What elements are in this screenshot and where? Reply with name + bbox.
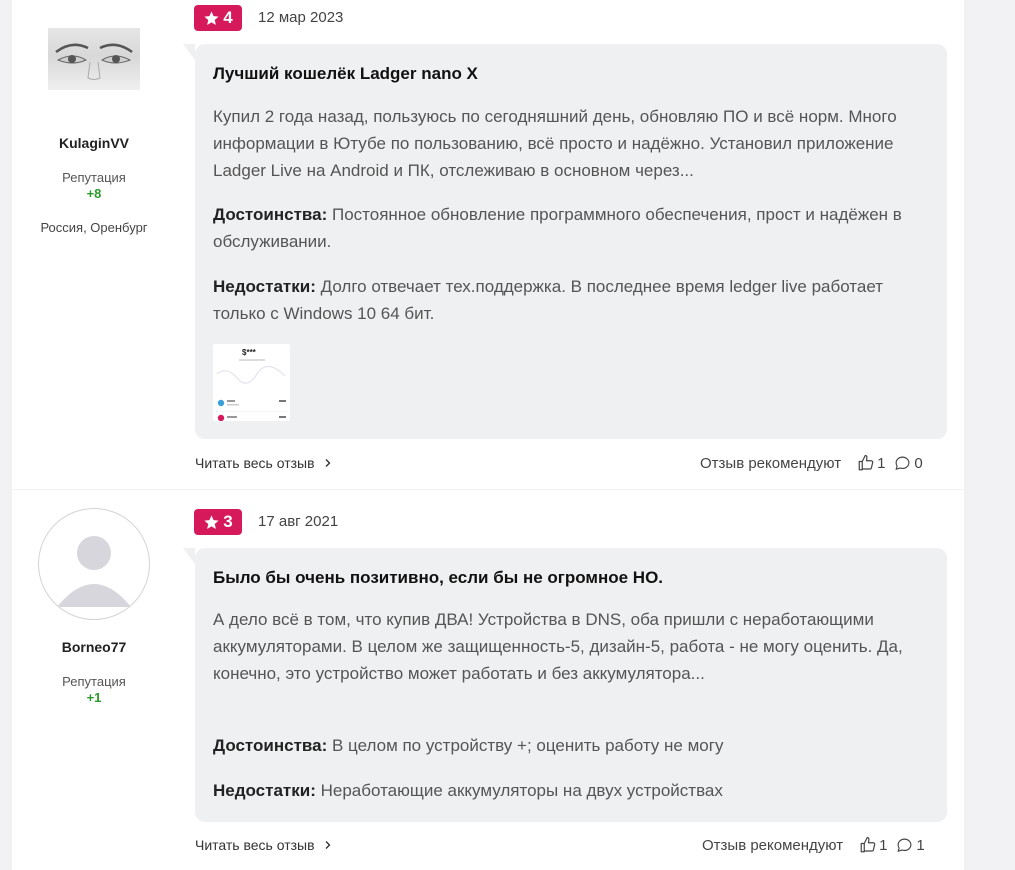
- comment-button[interactable]: 0: [894, 454, 923, 472]
- recommend-row: Отзыв рекомендуют 1 0: [700, 454, 923, 472]
- star-icon: [204, 10, 219, 25]
- thumbs-up-icon: [858, 454, 874, 471]
- review-body: Было бы очень позитивно, если бы не огро…: [183, 548, 947, 822]
- comment-count: 1: [916, 836, 925, 854]
- pros-text: В целом по устройству +; оценить работу …: [332, 736, 724, 755]
- read-full-review-label: Читать весь отзыв: [195, 455, 315, 471]
- recommend-label: Отзыв рекомендуют: [700, 454, 842, 472]
- comment-icon: [897, 838, 912, 852]
- rating-badge: 3: [194, 509, 242, 535]
- like-button[interactable]: 1: [857, 454, 885, 472]
- app-screenshot-graphic: $***: [216, 348, 287, 421]
- read-full-review-link[interactable]: Читать весь отзыв: [195, 455, 333, 471]
- review-text: А дело всё в том, что купив ДВА! Устройс…: [213, 610, 903, 683]
- review-date: 17 авг 2021: [258, 513, 339, 530]
- cons-label: Недостатки:: [213, 781, 316, 800]
- like-count: 1: [879, 836, 888, 854]
- author-name[interactable]: Borneo77: [12, 639, 176, 655]
- recommend-row: Отзыв рекомендуют 1 1: [702, 836, 925, 854]
- read-full-review-label: Читать весь отзыв: [195, 837, 315, 853]
- review-pros: Достоинства: Постоянное обновление прогр…: [213, 201, 928, 255]
- reputation-label: Репутация: [62, 170, 126, 185]
- default-user-icon: [57, 536, 131, 607]
- comment-count: 0: [914, 454, 923, 472]
- rating-badge: 4: [194, 5, 242, 31]
- chevron-right-icon: [325, 459, 331, 467]
- author-avatar[interactable]: [38, 508, 150, 620]
- review-text: Купил 2 года назад, пользуюсь по сегодня…: [213, 107, 897, 180]
- thumbs-up-icon: [860, 836, 876, 853]
- star-icon: [204, 514, 219, 529]
- cons-label: Недостатки:: [213, 277, 316, 296]
- review-date: 12 мар 2023: [258, 9, 344, 26]
- like-count: 1: [877, 454, 886, 472]
- reputation-label: Репутация: [62, 674, 126, 689]
- review-cons: Недостатки: Долго отвечает тех.поддержка…: [213, 273, 928, 327]
- chevron-right-icon: [325, 841, 331, 849]
- reputation-value: +8: [86, 186, 102, 201]
- author-name[interactable]: KulaginVV: [12, 135, 176, 151]
- cons-text: Неработающие аккумуляторы на двух устрой…: [320, 781, 723, 800]
- pros-label: Достоинства:: [213, 205, 328, 224]
- pros-label: Достоинства:: [213, 736, 328, 755]
- rating-value: 4: [223, 8, 233, 27]
- comment-button[interactable]: 1: [896, 836, 925, 854]
- review-pros: Достоинства: В целом по устройству +; оц…: [213, 732, 928, 759]
- review-title[interactable]: Лучший кошелёк Ladger nano X: [213, 64, 478, 84]
- reputation-value: +1: [86, 690, 102, 705]
- review-photo-thumbnail[interactable]: $***: [213, 344, 290, 421]
- rating-value: 3: [223, 512, 233, 531]
- thumb-balance: $***: [242, 348, 257, 357]
- review-cons: Недостатки: Неработающие аккумуляторы на…: [213, 777, 928, 804]
- author-avatar[interactable]: [48, 28, 140, 90]
- review-title[interactable]: Было бы очень позитивно, если бы не огро…: [213, 568, 663, 588]
- recommend-label: Отзыв рекомендуют: [702, 836, 844, 854]
- author-location: Россия, Оренбург: [40, 220, 148, 235]
- review-card: Borneo77 Репутация +1 3 17 авг 2021 Было…: [12, 490, 964, 870]
- like-button[interactable]: 1: [859, 836, 887, 854]
- read-full-review-link[interactable]: Читать весь отзыв: [195, 837, 333, 853]
- review-card: KulaginVV Репутация +8 Россия, Оренбург …: [12, 0, 964, 489]
- avatar-eyes-photo: [55, 43, 133, 80]
- review-body: Лучший кошелёк Ladger nano X Купил 2 год…: [183, 44, 947, 439]
- comment-icon: [895, 456, 910, 470]
